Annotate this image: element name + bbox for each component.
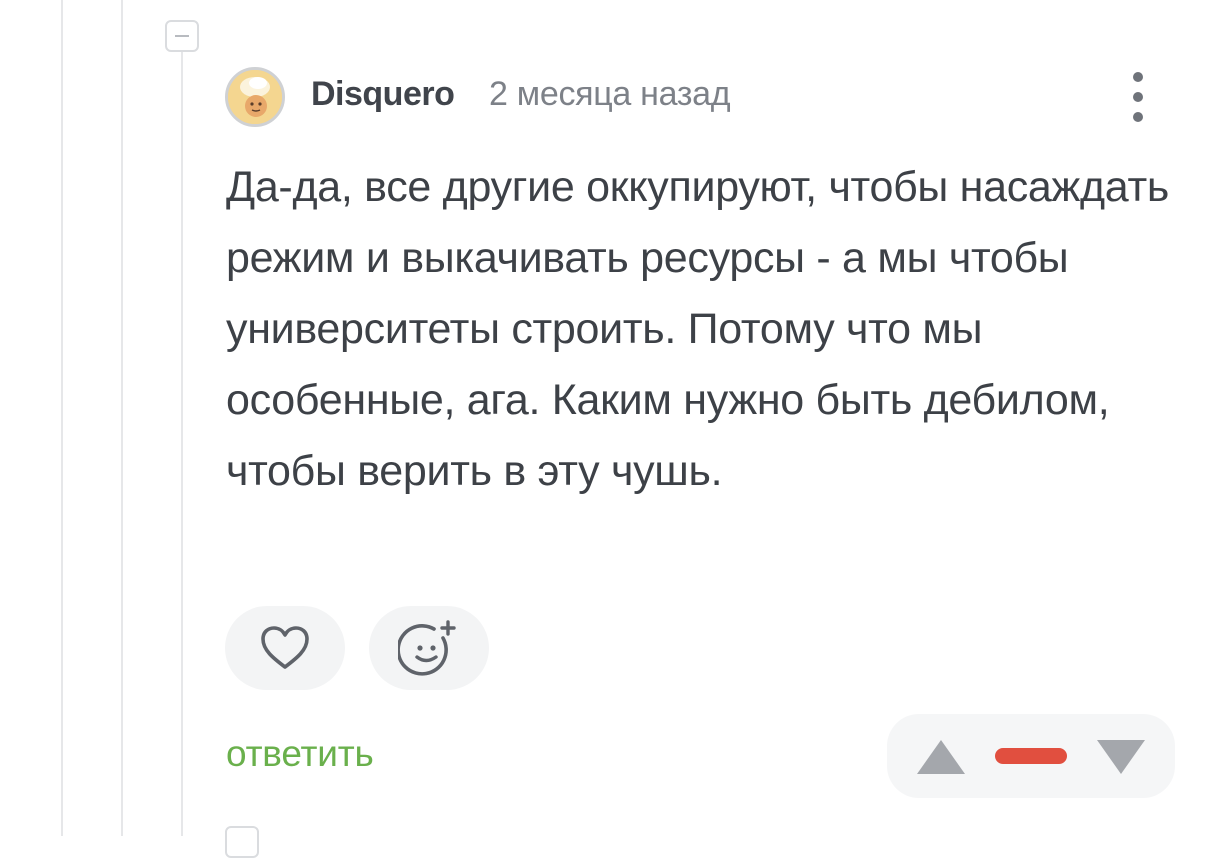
add-reaction-button[interactable] xyxy=(369,606,489,690)
triangle-up-icon xyxy=(917,740,965,774)
avatar[interactable] xyxy=(225,67,285,127)
upvote-button[interactable] xyxy=(915,738,967,776)
next-comment-collapse-button[interactable] xyxy=(225,826,259,858)
comment-author[interactable]: Disquero xyxy=(311,75,455,114)
rating-widget xyxy=(887,714,1175,798)
heart-icon xyxy=(261,626,309,669)
avatar-image xyxy=(228,70,282,124)
thread-line xyxy=(121,0,123,836)
downvote-button[interactable] xyxy=(1095,738,1147,776)
like-button[interactable] xyxy=(225,606,345,690)
rating-indicator xyxy=(995,748,1067,764)
comment-timestamp[interactable]: 2 месяца назад xyxy=(489,75,731,114)
thread-line xyxy=(61,0,63,836)
vertical-dots-icon xyxy=(1133,72,1143,122)
comment-body: Да-да, все другие оккупируют, чтобы наса… xyxy=(226,163,1169,495)
more-options-button[interactable] xyxy=(1120,70,1156,124)
reply-link[interactable]: ответить xyxy=(226,733,374,775)
smiley-plus-icon xyxy=(398,620,456,676)
triangle-down-icon xyxy=(1097,740,1145,774)
collapse-thread-button[interactable] xyxy=(165,20,199,52)
thread-line[interactable] xyxy=(181,50,183,836)
